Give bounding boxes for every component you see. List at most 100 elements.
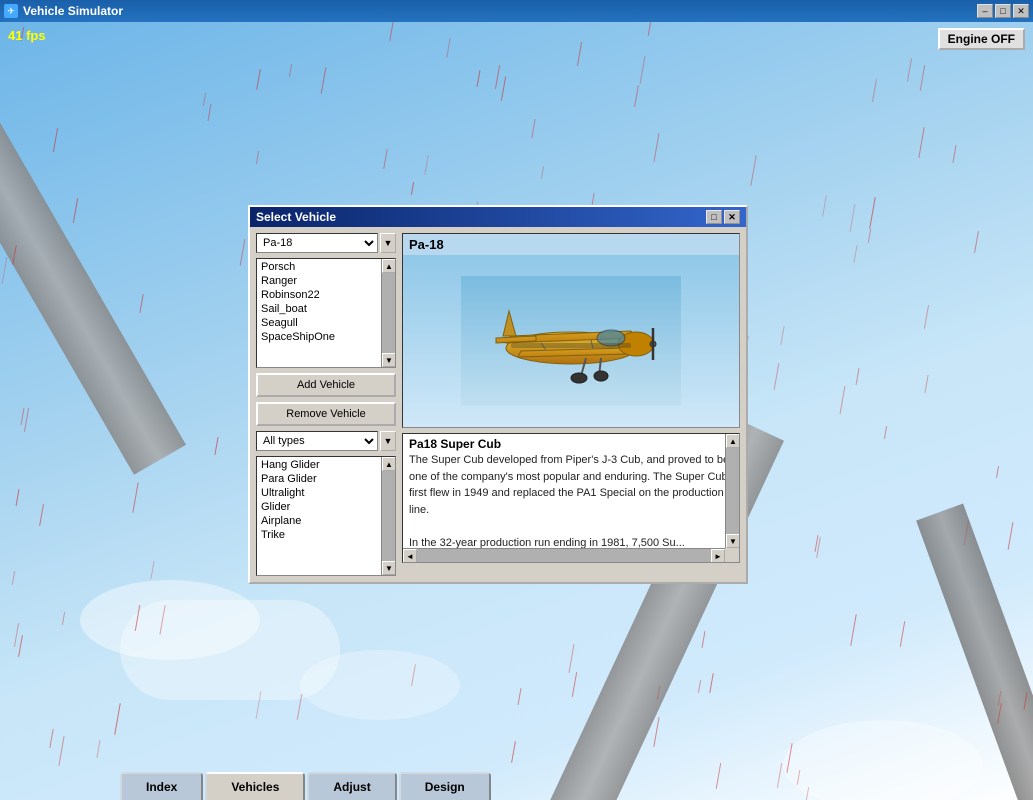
rain-streak bbox=[814, 535, 818, 552]
rain-streak bbox=[257, 69, 262, 90]
type-list-item[interactable]: Glider bbox=[257, 500, 395, 514]
rain-streak bbox=[289, 64, 292, 77]
modal-title: Select Vehicle bbox=[256, 210, 336, 224]
vehicle-list-item[interactable]: Robinson22 bbox=[257, 288, 395, 302]
type-scroll-track[interactable] bbox=[382, 471, 395, 561]
rain-streak bbox=[53, 128, 58, 152]
type-scrollbar: ▲ ▼ bbox=[381, 457, 395, 575]
modal-close-button[interactable]: ✕ bbox=[724, 210, 740, 224]
vehicle-dropdown-scroll[interactable]: ▼ bbox=[380, 233, 396, 253]
type-scroll-up[interactable]: ▲ bbox=[382, 457, 396, 471]
fps-counter: 41 fps bbox=[8, 28, 46, 43]
rain-streak bbox=[203, 93, 206, 106]
rain-streak bbox=[900, 621, 906, 647]
vehicle-image-title: Pa-18 bbox=[403, 234, 739, 255]
structural-bar-1 bbox=[0, 0, 186, 475]
rain-streak bbox=[870, 197, 876, 228]
desc-scroll-left[interactable]: ◄ bbox=[403, 549, 417, 563]
close-button[interactable]: ✕ bbox=[1013, 4, 1029, 18]
type-list-item[interactable]: Para Glider bbox=[257, 472, 395, 486]
rain-streak bbox=[62, 612, 65, 625]
rain-streak bbox=[14, 623, 19, 647]
type-list-item[interactable]: Airplane bbox=[257, 514, 395, 528]
rain-streak bbox=[20, 408, 24, 425]
select-vehicle-dialog: Select Vehicle □ ✕ Pa-18 ▼ PorschRangerR… bbox=[248, 205, 748, 584]
vehicle-list-item[interactable]: Seagull bbox=[257, 316, 395, 330]
rain-streak bbox=[139, 294, 143, 313]
type-dropdown-scroll[interactable]: ▼ bbox=[380, 431, 396, 451]
rain-streak bbox=[97, 740, 101, 757]
rain-streak bbox=[996, 466, 999, 478]
vehicle-list: PorschRangerRobinson22Sail_boatSeagullSp… bbox=[257, 259, 395, 345]
rain-streak bbox=[384, 149, 388, 169]
rain-streak bbox=[208, 104, 212, 121]
vehicle-scroll-down[interactable]: ▼ bbox=[382, 353, 396, 367]
type-list-item[interactable]: Hang Glider bbox=[257, 458, 395, 472]
app-titlebar: ✈ Vehicle Simulator – □ ✕ bbox=[0, 0, 1033, 22]
vehicle-image-area bbox=[403, 255, 739, 427]
desc-scroll-right[interactable]: ► bbox=[711, 549, 725, 563]
rain-streak bbox=[73, 198, 78, 223]
rain-streak bbox=[974, 231, 979, 253]
rain-streak bbox=[634, 85, 639, 107]
desc-scroll-up[interactable]: ▲ bbox=[726, 434, 740, 448]
type-scroll-down[interactable]: ▼ bbox=[382, 561, 396, 575]
rain-streak bbox=[751, 155, 757, 186]
tab-index[interactable]: Index bbox=[120, 772, 203, 800]
rain-streak bbox=[320, 67, 326, 94]
rain-streak bbox=[24, 408, 29, 432]
vehicle-dropdown-row: Pa-18 ▼ bbox=[256, 233, 396, 253]
rain-streak bbox=[390, 22, 394, 40]
type-list-item[interactable]: Ultralight bbox=[257, 486, 395, 500]
type-listbox: Hang GliderPara GliderUltralightGliderAi… bbox=[256, 456, 396, 576]
vehicle-list-item[interactable]: Porsch bbox=[257, 260, 395, 274]
rain-streak bbox=[640, 56, 646, 84]
rain-streak bbox=[2, 257, 8, 284]
rain-streak bbox=[710, 673, 715, 693]
rain-streak bbox=[822, 195, 827, 217]
type-dropdown[interactable]: All types bbox=[256, 431, 378, 451]
rain-streak bbox=[424, 155, 429, 175]
desc-scroll-corner bbox=[725, 548, 739, 562]
description-box: Pa18 Super Cub The Super Cub developed f… bbox=[402, 433, 740, 563]
vehicle-list-item[interactable]: Sail_boat bbox=[257, 302, 395, 316]
vehicle-list-item[interactable]: SpaceShipOne bbox=[257, 330, 395, 344]
vehicle-scroll-up[interactable]: ▲ bbox=[382, 259, 396, 273]
cloud-3 bbox=[300, 650, 460, 720]
desc-vertical-scrollbar: ▲ ▼ bbox=[725, 434, 739, 548]
bottom-tabs: Index Vehicles Adjust Design bbox=[0, 760, 1033, 800]
tab-design[interactable]: Design bbox=[399, 772, 491, 800]
rain-streak bbox=[255, 151, 258, 164]
rain-streak bbox=[907, 58, 912, 82]
vehicle-list-item[interactable]: Ranger bbox=[257, 274, 395, 288]
remove-vehicle-button[interactable]: Remove Vehicle bbox=[256, 402, 396, 426]
vehicle-scrollbar: ▲ ▼ bbox=[381, 259, 395, 367]
rain-streak bbox=[531, 119, 535, 138]
tab-adjust[interactable]: Adjust bbox=[307, 772, 396, 800]
desc-scroll-track[interactable] bbox=[726, 448, 739, 534]
add-vehicle-button[interactable]: Add Vehicle bbox=[256, 373, 396, 397]
vehicle-dropdown[interactable]: Pa-18 bbox=[256, 233, 378, 253]
type-dropdown-row: All types ▼ bbox=[256, 431, 396, 451]
app-title: Vehicle Simulator bbox=[23, 4, 975, 18]
app-icon: ✈ bbox=[4, 4, 18, 18]
restore-button[interactable]: □ bbox=[995, 4, 1011, 18]
desc-hscroll-track[interactable] bbox=[417, 549, 711, 562]
desc-scroll-down[interactable]: ▼ bbox=[726, 534, 740, 548]
rain-streak bbox=[150, 561, 154, 579]
vehicle-image-box: Pa-18 bbox=[402, 233, 740, 428]
rain-streak bbox=[853, 245, 857, 263]
type-list-item[interactable]: Trike bbox=[257, 528, 395, 542]
rain-streak bbox=[781, 326, 785, 345]
modal-restore-button[interactable]: □ bbox=[706, 210, 722, 224]
plane-image bbox=[461, 276, 681, 406]
tab-vehicles[interactable]: Vehicles bbox=[205, 772, 305, 800]
minimize-button[interactable]: – bbox=[977, 4, 993, 18]
vehicle-scroll-track[interactable] bbox=[382, 273, 395, 353]
rain-streak bbox=[924, 305, 929, 328]
rain-streak bbox=[884, 426, 887, 439]
rain-streak bbox=[572, 672, 577, 697]
rain-streak bbox=[39, 504, 44, 526]
rain-streak bbox=[568, 644, 574, 673]
engine-off-button[interactable]: Engine OFF bbox=[938, 28, 1025, 50]
